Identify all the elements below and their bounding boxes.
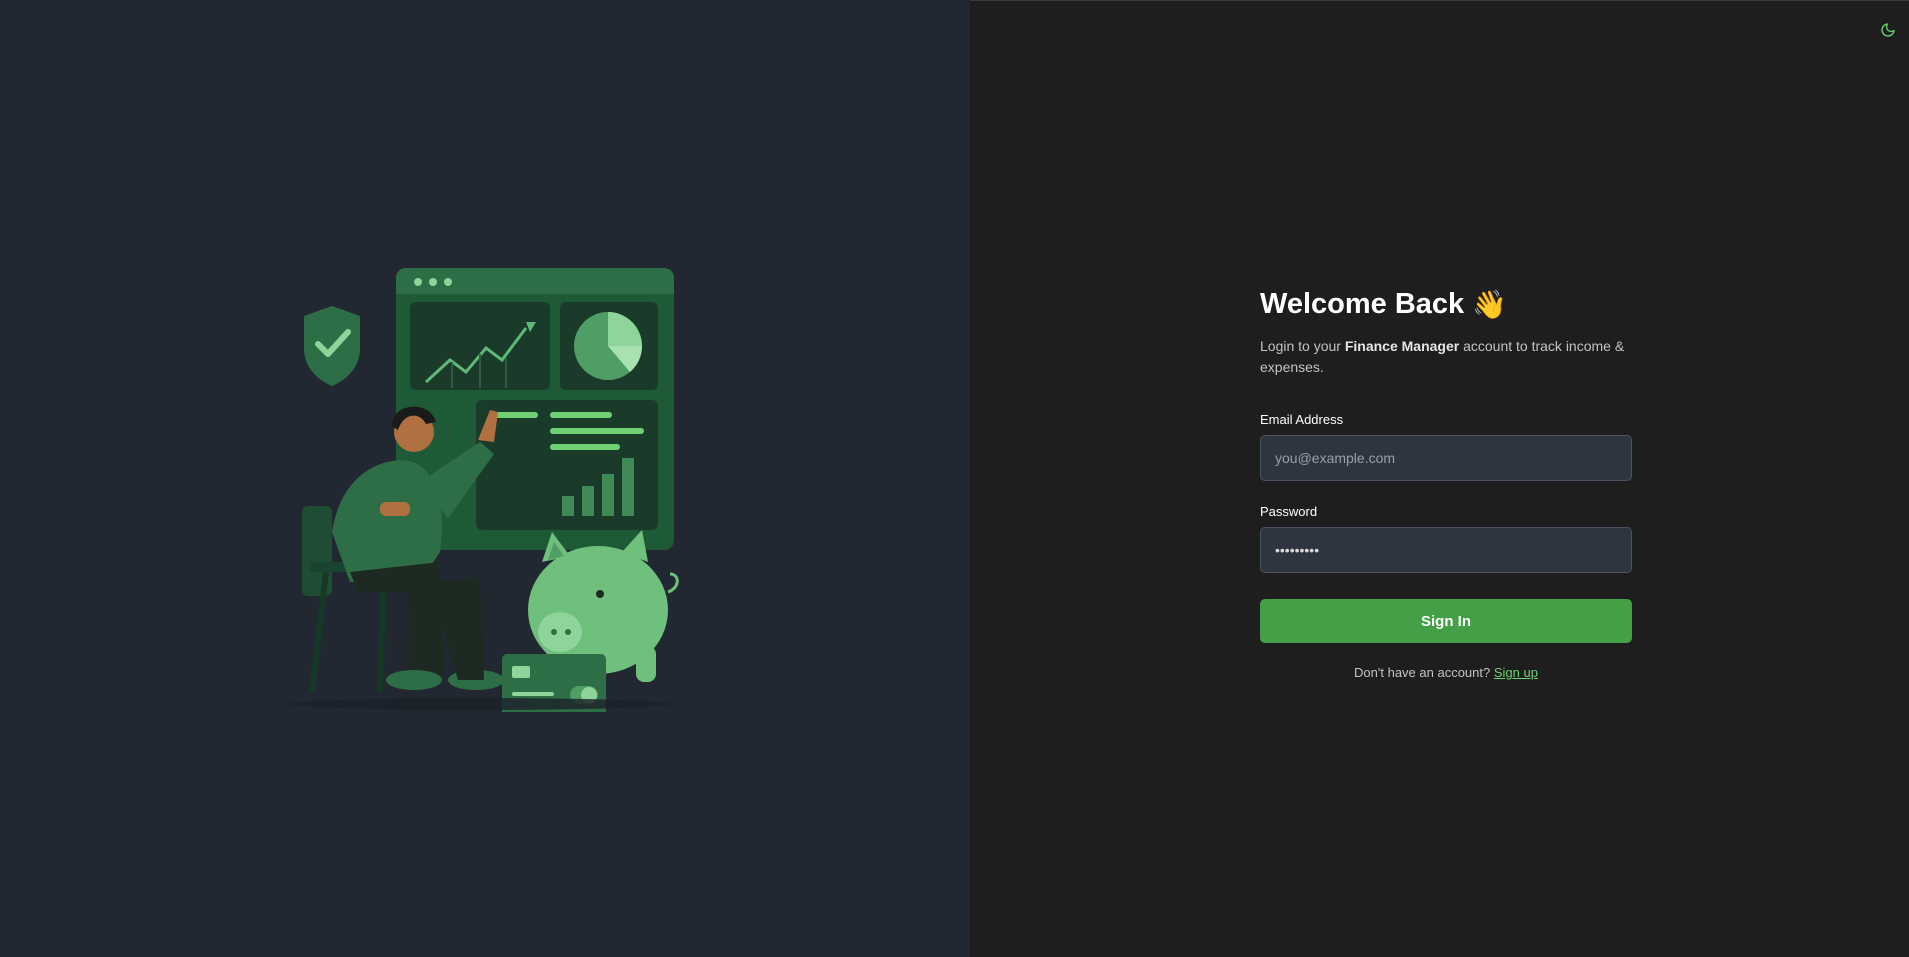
subtitle: Login to your Finance Manager account to… (1260, 336, 1632, 378)
title-text: Welcome Back (1260, 287, 1465, 320)
email-input[interactable] (1260, 435, 1632, 481)
email-field-group: Email Address (1260, 412, 1632, 481)
theme-toggle-button[interactable] (1877, 19, 1899, 41)
sign-in-button[interactable]: Sign In (1260, 599, 1632, 643)
login-form: Welcome Back 👋 Login to your Finance Man… (1260, 284, 1632, 680)
login-panel: Welcome Back 👋 Login to your Finance Man… (970, 0, 1909, 957)
password-input[interactable] (1260, 527, 1632, 573)
brand-name: Finance Manager (1344, 338, 1460, 354)
subtitle-prefix: Login to your (1260, 338, 1345, 354)
page-title: Welcome Back 👋 (1260, 284, 1632, 324)
signup-prompt: Don't have an account? (1354, 665, 1494, 680)
shield-check-icon (304, 306, 360, 386)
illustration-panel (0, 0, 970, 957)
sign-up-link[interactable]: Sign up (1494, 665, 1538, 680)
login-page: Welcome Back 👋 Login to your Finance Man… (0, 0, 1909, 957)
password-label: Password (1260, 504, 1318, 519)
email-label: Email Address (1260, 412, 1344, 427)
signup-row: Don't have an account? Sign up (1260, 665, 1632, 680)
waving-hand-icon: 👋 (1472, 287, 1508, 321)
finance-illustration (290, 268, 679, 712)
password-field-group: Password (1260, 504, 1632, 573)
moon-icon (1881, 23, 1895, 37)
